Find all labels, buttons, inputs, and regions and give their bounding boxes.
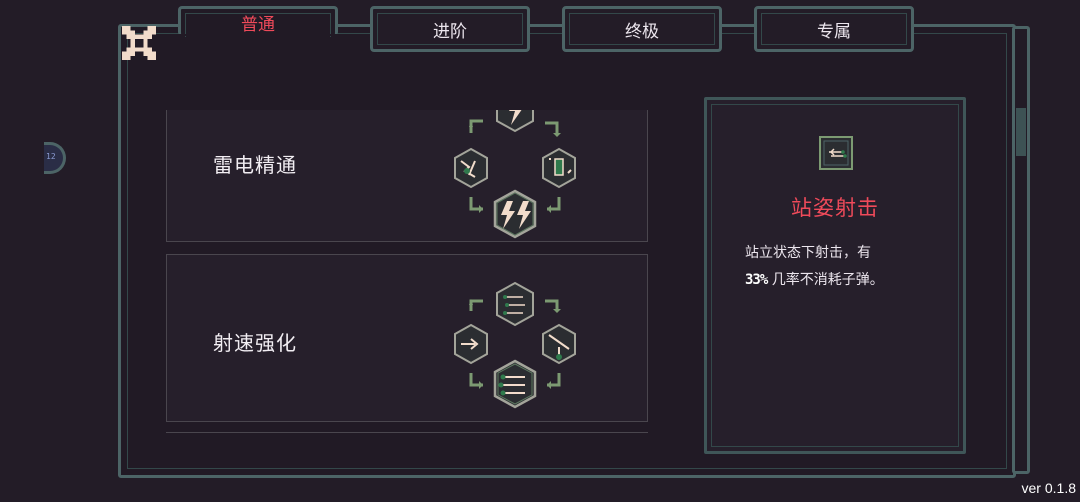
standing-shot-icon xyxy=(819,136,853,170)
tab-ultimate[interactable]: 终极 xyxy=(562,6,722,52)
lightning-icon xyxy=(496,110,534,133)
desc-percent: 33% xyxy=(745,272,768,288)
side-drawer-handle[interactable]: 12 xyxy=(44,142,66,174)
skill-card-lightning[interactable]: 雷电精通 xyxy=(166,110,648,242)
close-x-icon xyxy=(122,26,156,60)
list-divider xyxy=(166,432,648,433)
tab-normal[interactable]: 普通 xyxy=(178,6,338,37)
skill-cycle-fire-rate xyxy=(454,281,576,409)
scrollbar-track[interactable] xyxy=(1012,26,1030,474)
skill-detail-title: 站姿射击 xyxy=(791,196,879,220)
close-button[interactable] xyxy=(122,26,156,60)
skill-detail-description: 站立状态下射击，有 33% 几率不消耗子弹。 xyxy=(745,240,945,294)
scrollbar-thumb[interactable] xyxy=(1016,108,1026,156)
tab-exclusive[interactable]: 专属 xyxy=(754,6,914,52)
skill-card-fire-rate[interactable]: 射速强化 xyxy=(166,254,648,422)
tab-ultimate-label: 终极 xyxy=(625,21,659,42)
skill-name: 雷电精通 xyxy=(213,153,297,177)
desc-line-1: 站立状态下射击，有 xyxy=(745,245,871,261)
skill-cycle-lightning xyxy=(454,110,576,239)
tab-advanced-label: 进阶 xyxy=(433,21,467,42)
version-label: ver 0.1.8 xyxy=(1021,480,1076,496)
side-handle-text: 12 xyxy=(46,152,56,161)
desc-line-2: 几率不消耗子弹。 xyxy=(767,272,884,288)
tab-advanced[interactable]: 进阶 xyxy=(370,6,530,52)
skill-list[interactable]: 雷电精通 射速强化 xyxy=(166,110,650,432)
tab-normal-label: 普通 xyxy=(241,15,275,35)
skill-name: 射速强化 xyxy=(213,331,297,355)
tab-exclusive-label: 专属 xyxy=(817,21,851,42)
skill-detail-panel: 站姿射击 站立状态下射击，有 33% 几率不消耗子弹。 xyxy=(704,97,966,454)
active-tab-connector xyxy=(178,34,344,36)
